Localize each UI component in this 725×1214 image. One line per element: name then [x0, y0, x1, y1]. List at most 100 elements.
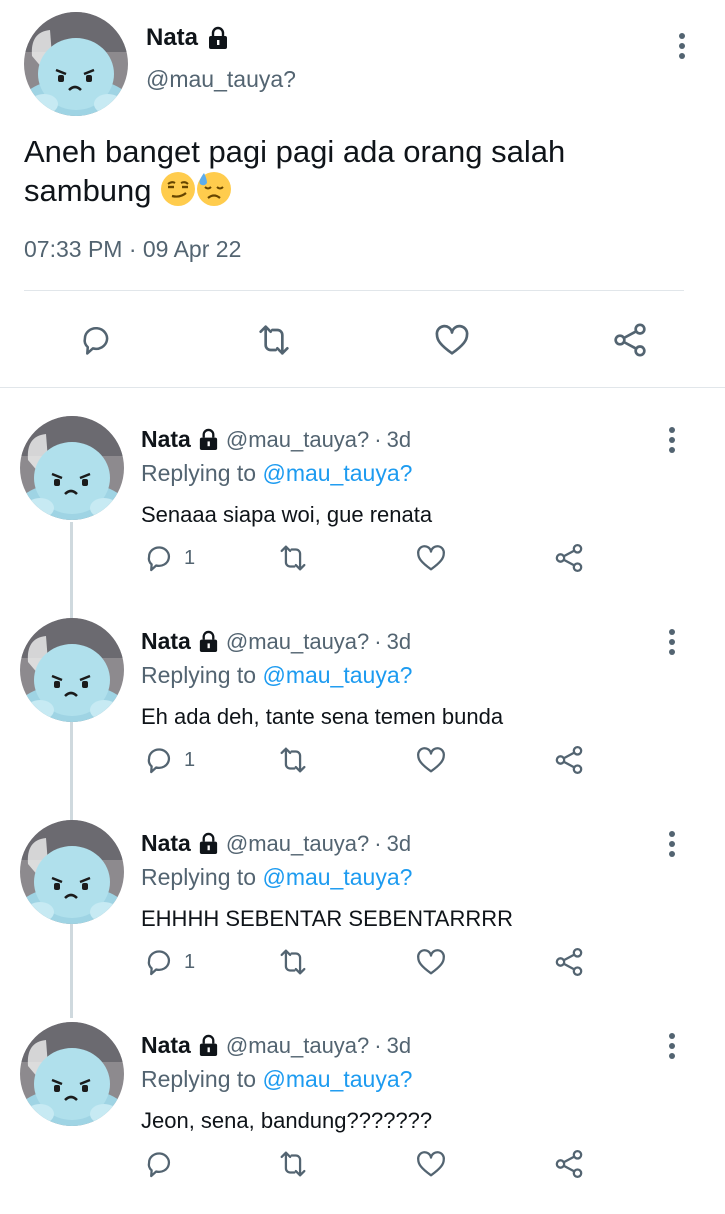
share-icon [552, 743, 586, 777]
reply-button[interactable]: 1 [142, 540, 195, 576]
more-icon[interactable] [660, 1032, 684, 1060]
reply-button[interactable] [74, 318, 118, 362]
author-handle[interactable]: @mau_tauya? [226, 629, 369, 655]
divider [24, 290, 684, 291]
retweet-button[interactable] [276, 1146, 310, 1182]
replying-to-mention[interactable]: @mau_tauya? [262, 460, 412, 486]
like-icon [414, 743, 448, 777]
lock-icon [197, 832, 220, 855]
avatar[interactable] [20, 618, 124, 722]
like-button[interactable] [430, 318, 474, 362]
main-tweet: Nata @mau_tauya? Aneh banget pagi pagi a… [0, 0, 725, 388]
author-handle[interactable]: @mau_tauya? [226, 831, 369, 857]
replying-to-mention[interactable]: @mau_tauya? [262, 1066, 412, 1092]
reply-text: EHHHH SEBENTAR SEBENTARRRR [141, 906, 514, 931]
reply-icon [142, 945, 176, 979]
reply-header: Nata @mau_tauya? · 3d [141, 628, 411, 655]
reply-icon [142, 1147, 176, 1181]
retweet-icon [254, 320, 294, 360]
author-handle[interactable]: @mau_tauya? [226, 1033, 369, 1059]
reply-time[interactable]: 3d [387, 1033, 411, 1059]
retweet-button[interactable] [276, 742, 310, 778]
separator: · [374, 426, 382, 452]
lock-icon [197, 428, 220, 451]
author-handle[interactable]: @mau_tauya? [146, 66, 296, 93]
reply-button[interactable]: 1 [142, 742, 195, 778]
share-button[interactable] [552, 1146, 586, 1182]
reply-count: 1 [184, 546, 196, 569]
replying-to: Replying to @mau_tauya? [141, 662, 412, 689]
share-icon [610, 320, 650, 360]
author-handle[interactable]: @mau_tauya? [226, 427, 369, 453]
more-icon[interactable] [660, 426, 684, 454]
reply-header: Nata @mau_tauya? · 3d [141, 426, 411, 453]
reply-header: Nata @mau_tauya? · 3d [141, 830, 411, 857]
section-divider [0, 387, 725, 388]
retweet-icon [276, 1147, 310, 1181]
reply-tweet[interactable]: Nata @mau_tauya? · 3d Replying to @mau_t… [0, 608, 725, 810]
replying-to-mention[interactable]: @mau_tauya? [262, 662, 412, 688]
author-name[interactable]: Nata [141, 426, 191, 453]
downcast-sweat-emoji-icon [196, 171, 232, 207]
tweet-text: Aneh banget pagi pagi ada orang salah sa… [24, 132, 684, 210]
reply-tweet[interactable]: Nata @mau_tauya? · 3d Replying to @mau_t… [0, 1012, 725, 1214]
retweet-icon [276, 541, 310, 575]
replying-to-label: Replying to [141, 662, 257, 688]
replying-to: Replying to @mau_tauya? [141, 864, 412, 891]
reply-tweet[interactable]: Nata @mau_tauya? · 3d Replying to @mau_t… [0, 406, 725, 608]
avatar[interactable] [20, 1022, 124, 1126]
more-icon[interactable] [660, 830, 684, 858]
share-button[interactable] [552, 540, 586, 576]
separator: · [374, 830, 382, 856]
reply-count: 1 [184, 748, 196, 771]
share-icon [552, 945, 586, 979]
retweet-button[interactable] [276, 944, 310, 980]
reply-button[interactable] [142, 1146, 184, 1182]
like-icon [414, 1147, 448, 1181]
reply-icon [142, 541, 176, 575]
reply-tweet[interactable]: Nata @mau_tauya? · 3d Replying to @mau_t… [0, 810, 725, 1012]
like-button[interactable] [414, 944, 448, 980]
share-button[interactable] [552, 944, 586, 980]
more-icon[interactable] [670, 32, 694, 60]
retweet-icon [276, 945, 310, 979]
author-name[interactable]: Nata [141, 830, 191, 857]
reply-text: Jeon, sena, bandung??????? [141, 1108, 433, 1133]
like-button[interactable] [414, 742, 448, 778]
tweet-timestamp[interactable]: 07:33 PM · 09 Apr 22 [24, 236, 241, 263]
reply-button[interactable]: 1 [142, 944, 195, 980]
replying-to-label: Replying to [141, 864, 257, 890]
replying-to-mention[interactable]: @mau_tauya? [262, 864, 412, 890]
reply-count: 1 [184, 950, 196, 973]
lock-icon [197, 630, 220, 653]
avatar[interactable] [20, 416, 124, 520]
more-icon[interactable] [660, 628, 684, 656]
share-button[interactable] [552, 742, 586, 778]
retweet-button[interactable] [252, 318, 296, 362]
reply-icon [142, 743, 176, 777]
author-name[interactable]: Nata [146, 24, 198, 52]
reply-icon [77, 321, 115, 359]
reply-time[interactable]: 3d [387, 427, 411, 453]
like-button[interactable] [414, 1146, 448, 1182]
replying-to-label: Replying to [141, 1066, 257, 1092]
author-name[interactable]: Nata [141, 1032, 191, 1059]
like-icon [414, 541, 448, 575]
reply-time[interactable]: 3d [387, 831, 411, 857]
retweet-icon [276, 743, 310, 777]
reply-time[interactable]: 3d [387, 629, 411, 655]
reply-text: Senaaa siapa woi, gue renata [141, 502, 433, 527]
retweet-button[interactable] [276, 540, 310, 576]
avatar[interactable] [20, 820, 124, 924]
author-name[interactable]: Nata [141, 628, 191, 655]
like-button[interactable] [414, 540, 448, 576]
share-button[interactable] [608, 318, 652, 362]
separator: · [374, 628, 382, 654]
author-name-row[interactable]: Nata [146, 24, 230, 52]
replying-to: Replying to @mau_tauya? [141, 1066, 412, 1093]
lock-icon [206, 26, 230, 50]
share-icon [552, 1147, 586, 1181]
lock-icon [197, 1034, 220, 1057]
tweet-text-content: Aneh banget pagi pagi ada orang salah sa… [24, 134, 566, 208]
avatar[interactable] [24, 12, 128, 116]
